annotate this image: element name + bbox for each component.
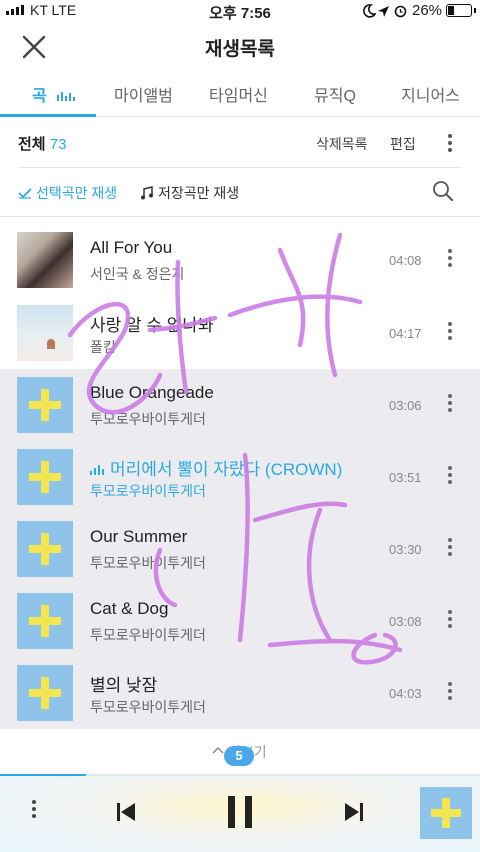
song-title: Cat & Dog xyxy=(90,599,169,618)
song-title: 사랑 알 수 없나봐 xyxy=(90,316,214,335)
song-row-playing[interactable]: 머리에서 뿔이 자랐다 (CROWN) 투모로우바이투게더 03:51 xyxy=(0,441,480,513)
song-more-icon[interactable] xyxy=(448,610,452,631)
song-artist: 투모로우바이투게더 xyxy=(90,483,206,499)
divider xyxy=(0,728,480,729)
tab-label: 곡 xyxy=(32,88,47,105)
page-title: 재생목록 xyxy=(205,39,275,60)
song-duration: 04:08 xyxy=(389,253,422,268)
moon-icon xyxy=(363,4,376,18)
song-title: Blue Orangeade xyxy=(90,383,214,402)
play-saved-button[interactable]: 저장곡만 재생 xyxy=(140,183,239,203)
song-artist: 폴킴 xyxy=(90,339,116,355)
song-more-icon[interactable] xyxy=(448,466,452,487)
song-row[interactable]: 별의 낮잠 투모로우바이투게더 04:03 xyxy=(0,657,480,729)
song-row[interactable]: Cat & Dog 투모로우바이투게더 03:08 xyxy=(0,585,480,657)
tab-music-q[interactable]: 뮤직Q xyxy=(314,82,356,106)
edit-button[interactable]: 편집 xyxy=(390,134,416,154)
total-number: 73 xyxy=(49,136,67,153)
song-row[interactable]: Our Summer 투모로우바이투게더 03:30 xyxy=(0,513,480,585)
album-art xyxy=(17,449,73,505)
song-title: 별의 낮잠 xyxy=(90,676,158,695)
song-duration: 03:08 xyxy=(389,614,422,629)
tab-genius[interactable]: 지니어스 xyxy=(401,82,460,106)
song-artist: 투모로우바이투게더 xyxy=(90,555,206,571)
album-art xyxy=(17,232,73,288)
song-row[interactable]: All For You 서인국 & 정은지 04:08 xyxy=(0,224,480,296)
status-time: 오후 7:56 xyxy=(209,5,271,22)
next-icon[interactable] xyxy=(344,801,364,823)
song-artist: 투모로우바이투게더 xyxy=(90,627,206,643)
song-row[interactable]: Blue Orangeade 투모로우바이투게더 03:06 xyxy=(0,369,480,441)
play-saved-label: 저장곡만 재생 xyxy=(158,185,240,201)
song-more-icon[interactable] xyxy=(448,682,452,703)
song-more-icon[interactable] xyxy=(448,394,452,415)
song-more-icon[interactable] xyxy=(448,322,452,343)
song-duration: 03:06 xyxy=(389,398,422,413)
song-duration: 04:17 xyxy=(389,326,422,341)
song-duration: 03:30 xyxy=(389,542,422,557)
more-options-icon[interactable] xyxy=(448,134,452,155)
total-label: 전체 xyxy=(18,136,46,153)
count-badge: 5 xyxy=(224,746,254,766)
song-duration: 03:51 xyxy=(389,470,422,485)
tab-my-album[interactable]: 마이앨범 xyxy=(114,82,173,106)
song-duration: 04:03 xyxy=(389,686,422,701)
album-art xyxy=(17,593,73,649)
battery-percent: 26% xyxy=(412,2,443,19)
tab-songs[interactable]: 곡 xyxy=(32,82,81,106)
song-artist: 서인국 & 정은지 xyxy=(90,266,185,282)
song-title: Our Summer xyxy=(90,527,188,546)
album-art xyxy=(17,665,73,721)
delete-list-button[interactable]: 삭제목록 xyxy=(316,134,368,154)
location-icon xyxy=(378,6,389,17)
song-more-icon[interactable] xyxy=(448,538,452,559)
alarm-icon xyxy=(394,5,407,18)
divider xyxy=(0,216,480,217)
music-note-icon xyxy=(141,186,153,200)
status-bar: KT LTE 오후 7:56 26% xyxy=(0,0,480,22)
album-art xyxy=(17,521,73,577)
song-title: All For You xyxy=(90,238,173,257)
equalizer-icon xyxy=(57,91,76,101)
song-row[interactable]: 사랑 알 수 없나봐 폴킴 04:17 xyxy=(0,297,480,369)
search-icon[interactable] xyxy=(432,180,454,202)
song-title-text: 머리에서 뿔이 자랐다 (CROWN) xyxy=(110,460,343,479)
play-selected-label: 선택곡만 재생 xyxy=(36,185,118,201)
now-playing-art[interactable] xyxy=(420,787,472,839)
previous-icon[interactable] xyxy=(116,801,136,823)
play-selected-button[interactable]: 선택곡만 재생 xyxy=(18,183,117,203)
album-art xyxy=(17,377,73,433)
check-icon xyxy=(18,188,32,199)
total-count: 전체 73 xyxy=(18,133,66,154)
song-title: 머리에서 뿔이 자랐다 (CROWN) xyxy=(90,455,342,480)
tab-time-machine[interactable]: 타임머신 xyxy=(209,82,268,106)
battery-icon xyxy=(446,4,476,17)
pause-icon[interactable] xyxy=(226,795,254,829)
divider xyxy=(18,167,462,168)
album-art xyxy=(17,305,73,361)
song-more-icon[interactable] xyxy=(448,249,452,270)
player-more-icon[interactable] xyxy=(32,800,36,821)
now-playing-icon xyxy=(90,465,104,475)
song-artist: 투모로우바이투게더 xyxy=(90,411,206,427)
chevron-up-icon[interactable] xyxy=(212,746,224,754)
tab-indicator xyxy=(0,114,96,117)
song-artist: 투모로우바이투게더 xyxy=(90,699,206,715)
